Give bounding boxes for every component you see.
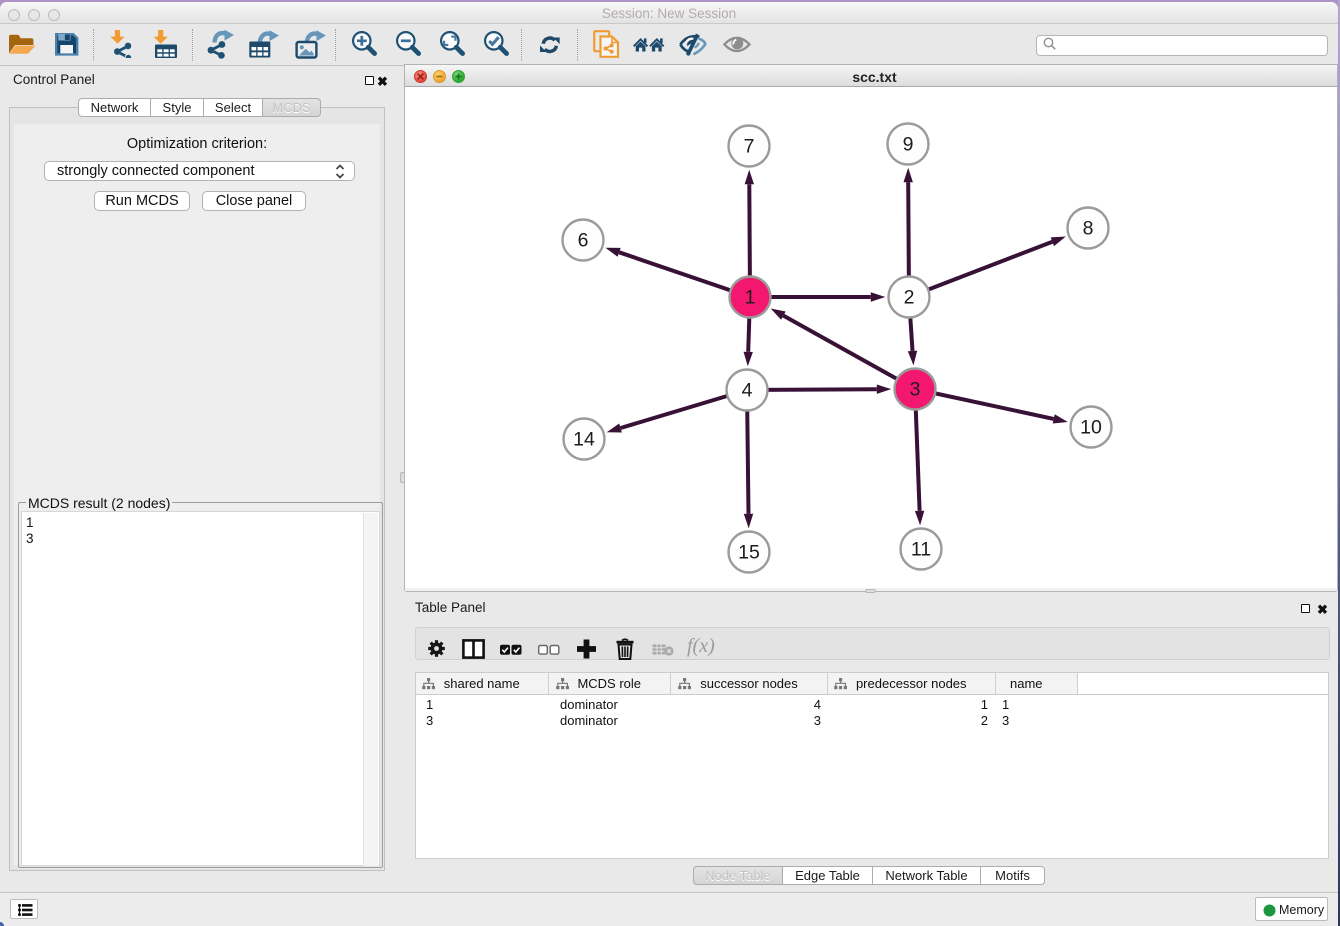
svg-text:2: 2 <box>904 287 915 309</box>
svg-text:9: 9 <box>903 134 914 156</box>
svg-text:6: 6 <box>578 230 589 252</box>
svg-text:3: 3 <box>910 379 921 401</box>
svg-text:14: 14 <box>573 429 595 451</box>
svg-text:4: 4 <box>742 380 753 402</box>
svg-text:8: 8 <box>1083 218 1094 240</box>
svg-text:1: 1 <box>745 287 756 309</box>
svg-text:10: 10 <box>1080 417 1102 439</box>
svg-text:7: 7 <box>744 136 755 158</box>
svg-text:11: 11 <box>911 539 931 561</box>
svg-text:15: 15 <box>738 542 760 564</box>
